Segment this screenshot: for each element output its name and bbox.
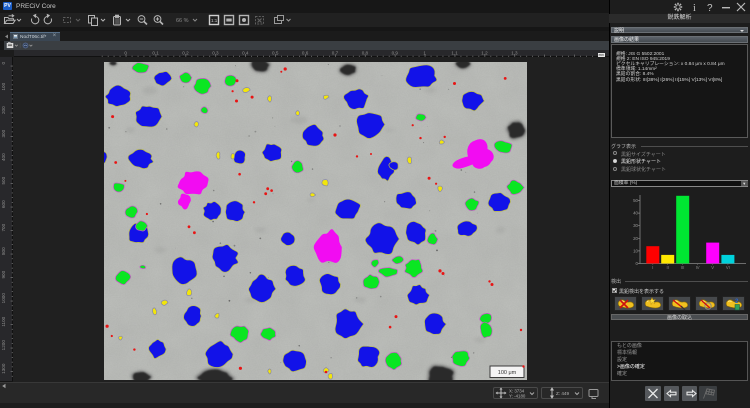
svg-text:200: 200 bbox=[1, 106, 6, 114]
svg-text:0,1: 0,1 bbox=[152, 51, 159, 56]
svg-text:50: 50 bbox=[633, 198, 638, 203]
svg-text:1200: 1200 bbox=[1, 340, 6, 351]
svg-text:0,4: 0,4 bbox=[242, 51, 249, 56]
svg-text:0,7: 0,7 bbox=[332, 51, 339, 56]
svg-text:10: 10 bbox=[633, 248, 638, 253]
svg-text:V: V bbox=[711, 265, 714, 270]
svg-text:1000: 1000 bbox=[1, 293, 6, 304]
svg-text:i: i bbox=[693, 3, 696, 13]
svg-text:300: 300 bbox=[1, 129, 6, 137]
svg-text:0,5: 0,5 bbox=[272, 51, 279, 56]
svg-text:30: 30 bbox=[633, 223, 638, 228]
svg-text:1,2: 1,2 bbox=[481, 51, 488, 56]
svg-text:1300: 1300 bbox=[1, 363, 6, 374]
svg-text:0,9: 0,9 bbox=[392, 51, 399, 56]
svg-text:1:1: 1:1 bbox=[211, 18, 218, 23]
svg-text:?: ? bbox=[707, 3, 713, 13]
svg-text:0,2: 0,2 bbox=[182, 51, 189, 56]
svg-text:40: 40 bbox=[633, 211, 638, 216]
svg-text:1: 1 bbox=[423, 51, 426, 56]
svg-text:900: 900 bbox=[1, 270, 6, 278]
svg-text:I: I bbox=[652, 265, 653, 270]
svg-text:800: 800 bbox=[1, 247, 6, 255]
svg-text:100 μm: 100 μm bbox=[498, 370, 517, 376]
svg-text:700: 700 bbox=[1, 223, 6, 231]
svg-text:400: 400 bbox=[1, 153, 6, 161]
svg-text:0: 0 bbox=[1, 61, 6, 64]
svg-text:0,8: 0,8 bbox=[362, 51, 369, 56]
svg-text:Y: -4180: Y: -4180 bbox=[509, 394, 526, 399]
svg-text:0: 0 bbox=[124, 51, 127, 56]
svg-text:VI: VI bbox=[726, 265, 730, 270]
svg-text:100: 100 bbox=[1, 82, 6, 90]
svg-text:66 %: 66 % bbox=[176, 18, 189, 24]
svg-text:0,3: 0,3 bbox=[212, 51, 219, 56]
svg-text:IV: IV bbox=[696, 265, 700, 270]
svg-text:Z: 449: Z: 449 bbox=[556, 391, 569, 396]
svg-text:1,3: 1,3 bbox=[511, 51, 518, 56]
svg-text:600: 600 bbox=[1, 200, 6, 208]
svg-text:II: II bbox=[667, 265, 669, 270]
svg-text:1100: 1100 bbox=[1, 316, 6, 326]
svg-text:20: 20 bbox=[633, 236, 638, 241]
svg-text:500: 500 bbox=[1, 176, 6, 184]
svg-text:1,1: 1,1 bbox=[451, 51, 458, 56]
svg-text:0,6: 0,6 bbox=[302, 51, 309, 56]
svg-text:III: III bbox=[681, 265, 685, 270]
